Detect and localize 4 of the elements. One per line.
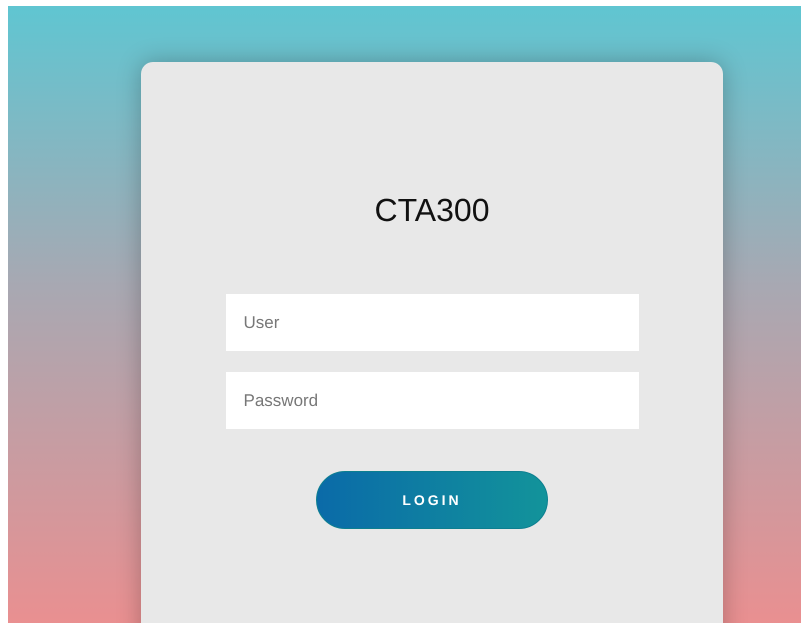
input-field[interactable]: User [226,294,638,351]
login-button[interactable]: LOGIN [316,471,548,529]
app-title: CTA300 [374,192,490,228]
input-field[interactable]: Password [226,372,638,429]
